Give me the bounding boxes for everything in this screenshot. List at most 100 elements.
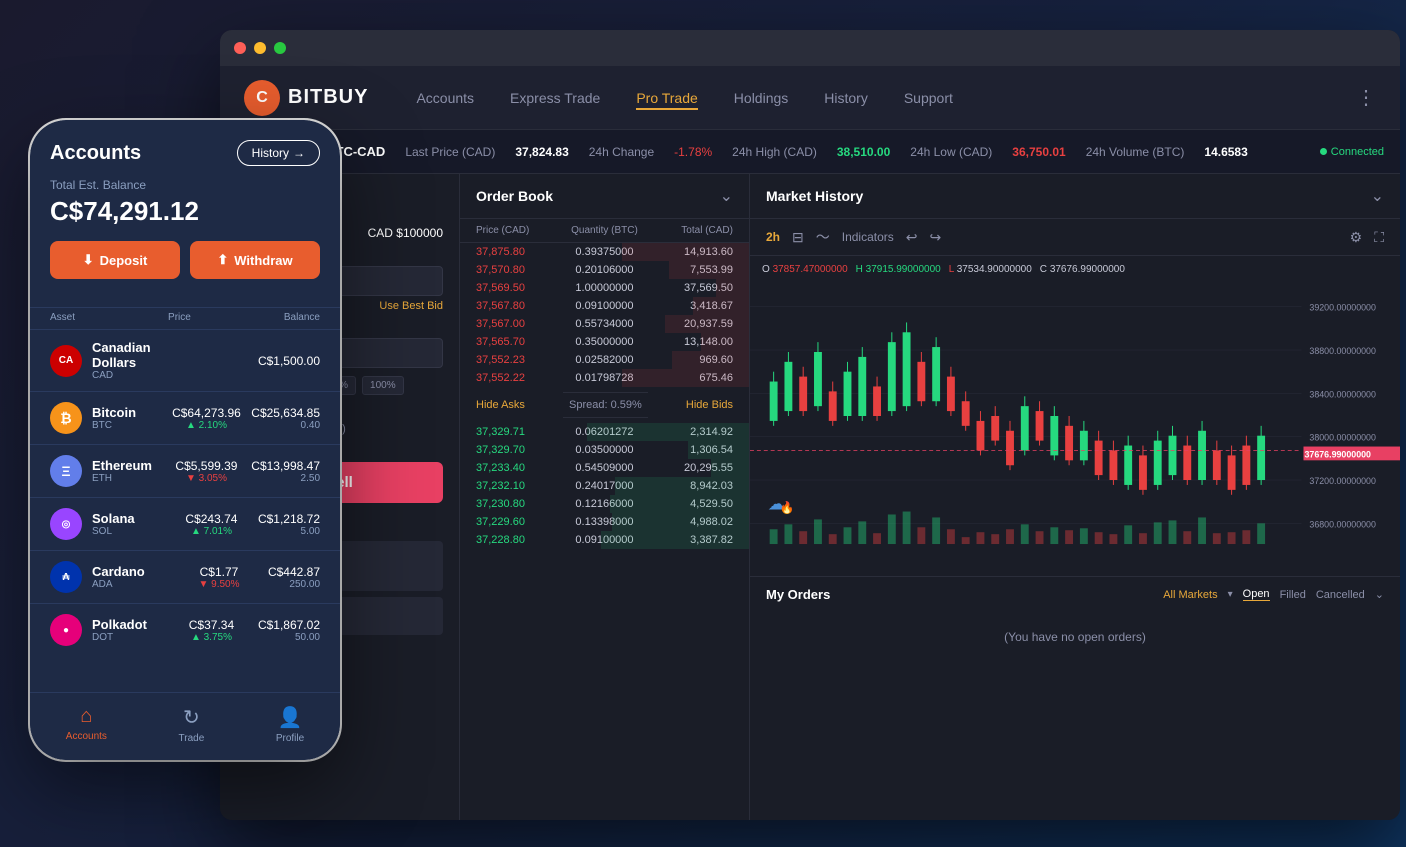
- timeframe-button[interactable]: 2h: [766, 230, 780, 244]
- ask-rows: 37,875.80 0.39375000 14,913.60 37,570.80…: [460, 243, 749, 387]
- phone-balance-section: Total Est. Balance C$74,291.12 ⬇ Deposit…: [30, 178, 340, 307]
- asset-item-btc[interactable]: ₿ Bitcoin BTC C$64,273.96 ▲ 2.10% C$25,6…: [30, 391, 340, 444]
- purchase-limit-value: CAD $100000: [368, 226, 443, 240]
- hide-asks-button[interactable]: Hide Asks: [476, 399, 525, 411]
- order-book-chevron[interactable]: ⌄: [720, 186, 733, 206]
- main-content: Limit Market Purchase Limit CAD $100000 …: [220, 174, 1400, 820]
- change-value: -1.78%: [674, 145, 712, 159]
- nav-link-accounts[interactable]: Accounts: [416, 86, 474, 110]
- my-orders-section: My Orders All Markets ▾ Open Filled Canc…: [750, 576, 1400, 674]
- hide-bids-button[interactable]: Hide Bids: [686, 399, 733, 411]
- pct-100-button[interactable]: 100%: [362, 376, 404, 395]
- ob-qty-header: Quantity (BTC): [562, 225, 648, 236]
- line-type-icon[interactable]: 〜: [816, 227, 830, 247]
- ohlc-h-label: H: [856, 264, 863, 275]
- phone-nav-profile[interactable]: 👤 Profile: [276, 705, 304, 744]
- ask-row[interactable]: 37,567.80 0.09100000 3,418.67: [460, 297, 749, 315]
- undo-icon[interactable]: ↩: [906, 229, 918, 246]
- phone-nav-accounts[interactable]: ⌂ Accounts: [66, 705, 107, 744]
- filter-filled[interactable]: Filled: [1280, 589, 1306, 601]
- close-dot[interactable]: [234, 42, 246, 54]
- phone-header: Accounts History →: [30, 120, 340, 178]
- ask-row[interactable]: 37,875.80 0.39375000 14,913.60: [460, 243, 749, 261]
- logo-text: BITBUY: [288, 86, 368, 109]
- phone-accounts-title: Accounts: [50, 142, 141, 165]
- last-price-label: Last Price (CAD): [405, 145, 495, 159]
- fullscreen-icon[interactable]: ⛶: [1374, 229, 1384, 246]
- bid-row[interactable]: 37,233.40 0.54509000 20,295.55: [460, 459, 749, 477]
- bid-row[interactable]: 37,329.70 0.03500000 1,306.54: [460, 441, 749, 459]
- asset-item-cad[interactable]: CA Canadian Dollars CAD C$1,500.00: [30, 329, 340, 391]
- mobile-history-button[interactable]: History →: [237, 140, 320, 166]
- nav-link-express-trade[interactable]: Express Trade: [510, 86, 600, 110]
- withdraw-button[interactable]: ⬆ Withdraw: [190, 241, 320, 279]
- ob-column-headers: Price (CAD) Quantity (BTC) Total (CAD): [460, 219, 749, 243]
- asset-item-eth[interactable]: Ξ Ethereum ETH C$5,599.39 ▼ 3.05% C$13,9…: [30, 444, 340, 497]
- phone-nav: ⌂ Accounts ↻ Trade 👤 Profile: [30, 692, 340, 760]
- bid-row[interactable]: 37,329.71 0.06201272 2,314.92: [460, 423, 749, 441]
- bid-row[interactable]: 37,229.60 0.13398000 4,988.02: [460, 513, 749, 531]
- orders-chevron[interactable]: ⌄: [1375, 588, 1384, 601]
- ask-row[interactable]: 37,565.70 0.35000000 13,148.00: [460, 333, 749, 351]
- phone-screen: Accounts History → Total Est. Balance C$…: [30, 120, 340, 760]
- ask-row[interactable]: 37,567.00 0.55734000 20,937.59: [460, 315, 749, 333]
- ohlc-c-value: 37676.99000000: [1050, 264, 1125, 275]
- candle-type-icon[interactable]: ⊟: [792, 229, 804, 246]
- chart-body: O 37857.47000000 H 37915.99000000 L 3753…: [750, 256, 1400, 576]
- chart-panel: Market History ⌄ 2h ⊟ 〜 Indicators ↩ ↪ ⚙…: [750, 174, 1400, 820]
- asset-item-dot[interactable]: ● Polkadot DOT C$37.34 ▲ 3.75% C$1,867.0…: [30, 603, 340, 656]
- chart-header: Market History ⌄: [750, 174, 1400, 219]
- nav-link-pro-trade[interactable]: Pro Trade: [636, 86, 697, 110]
- ob-total-header: Total (CAD): [647, 225, 733, 236]
- nav-link-support[interactable]: Support: [904, 86, 953, 110]
- more-menu-icon[interactable]: ⋮: [1356, 85, 1376, 110]
- my-orders-title: My Orders: [766, 587, 830, 602]
- svg-text:🔥: 🔥: [780, 501, 795, 515]
- minimize-dot[interactable]: [254, 42, 266, 54]
- asset-icon-eth: Ξ: [50, 455, 82, 487]
- asset-item-sol[interactable]: ◎ Solana SOL C$243.74 ▲ 7.01% C$1,218.72…: [30, 497, 340, 550]
- browser-window: C BITBUY Accounts Express Trade Pro Trade H…: [220, 30, 1400, 820]
- settings-icon[interactable]: ⚙: [1350, 229, 1363, 246]
- connection-status: Connected: [1320, 146, 1384, 158]
- nav-link-history[interactable]: History: [824, 86, 868, 110]
- svg-text:38000.00000000: 38000.00000000: [1309, 433, 1376, 443]
- nav-right: ⋮: [1356, 85, 1376, 110]
- indicators-button[interactable]: Indicators: [842, 230, 894, 244]
- change-label: 24h Change: [589, 145, 654, 159]
- chart-title: Market History: [766, 188, 863, 204]
- phone-action-buttons: ⬇ Deposit ⬆ Withdraw: [50, 241, 320, 279]
- asset-icon-ada: ₳: [50, 561, 82, 593]
- asset-item-ada[interactable]: ₳ Cardano ADA C$1.77 ▼ 9.50% C$442.87 25…: [30, 550, 340, 603]
- svg-text:37200.00000000: 37200.00000000: [1309, 476, 1376, 486]
- filter-open[interactable]: Open: [1243, 588, 1270, 601]
- ohlc-c-label: C: [1040, 264, 1047, 275]
- maximize-dot[interactable]: [274, 42, 286, 54]
- low-value: 36,750.01: [1012, 145, 1065, 159]
- nav-links: Accounts Express Trade Pro Trade Holdings Hi…: [416, 86, 1356, 110]
- svg-text:38400.00000000: 38400.00000000: [1309, 389, 1376, 399]
- low-label: 24h Low (CAD): [910, 145, 992, 159]
- bid-row[interactable]: 37,230.80 0.12166000 4,529.50: [460, 495, 749, 513]
- nav-link-holdings[interactable]: Holdings: [734, 86, 788, 110]
- ask-row[interactable]: 37,569.50 1.00000000 37,569.50: [460, 279, 749, 297]
- deposit-button[interactable]: ⬇ Deposit: [50, 241, 180, 279]
- bid-row[interactable]: 37,232.10 0.24017000 8,942.03: [460, 477, 749, 495]
- high-value: 38,510.00: [837, 145, 890, 159]
- volume-label: 24h Volume (BTC): [1086, 145, 1185, 159]
- order-book-panel: Order Book ⌄ Price (CAD) Quantity (BTC) …: [460, 174, 750, 820]
- svg-text:37676.99000000: 37676.99000000: [1304, 449, 1371, 459]
- ask-row[interactable]: 37,552.22 0.01798728 675.46: [460, 369, 749, 387]
- ask-row[interactable]: 37,570.80 0.20106000 7,553.99: [460, 261, 749, 279]
- bid-row[interactable]: 37,228.80 0.09100000 3,387.82: [460, 531, 749, 549]
- filter-cancelled[interactable]: Cancelled: [1316, 589, 1365, 601]
- phone-nav-trade[interactable]: ↻ Trade: [179, 705, 205, 744]
- ask-row[interactable]: 37,552.23 0.02582000 969.60: [460, 351, 749, 369]
- chart-chevron[interactable]: ⌄: [1371, 186, 1384, 206]
- all-markets-filter[interactable]: All Markets: [1163, 589, 1217, 601]
- redo-icon[interactable]: ↪: [930, 229, 942, 246]
- svg-text:38800.00000000: 38800.00000000: [1309, 346, 1376, 356]
- logo: C BITBUY: [244, 80, 368, 116]
- connected-label: Connected: [1331, 146, 1384, 158]
- top-nav: C BITBUY Accounts Express Trade Pro Trade H…: [220, 66, 1400, 130]
